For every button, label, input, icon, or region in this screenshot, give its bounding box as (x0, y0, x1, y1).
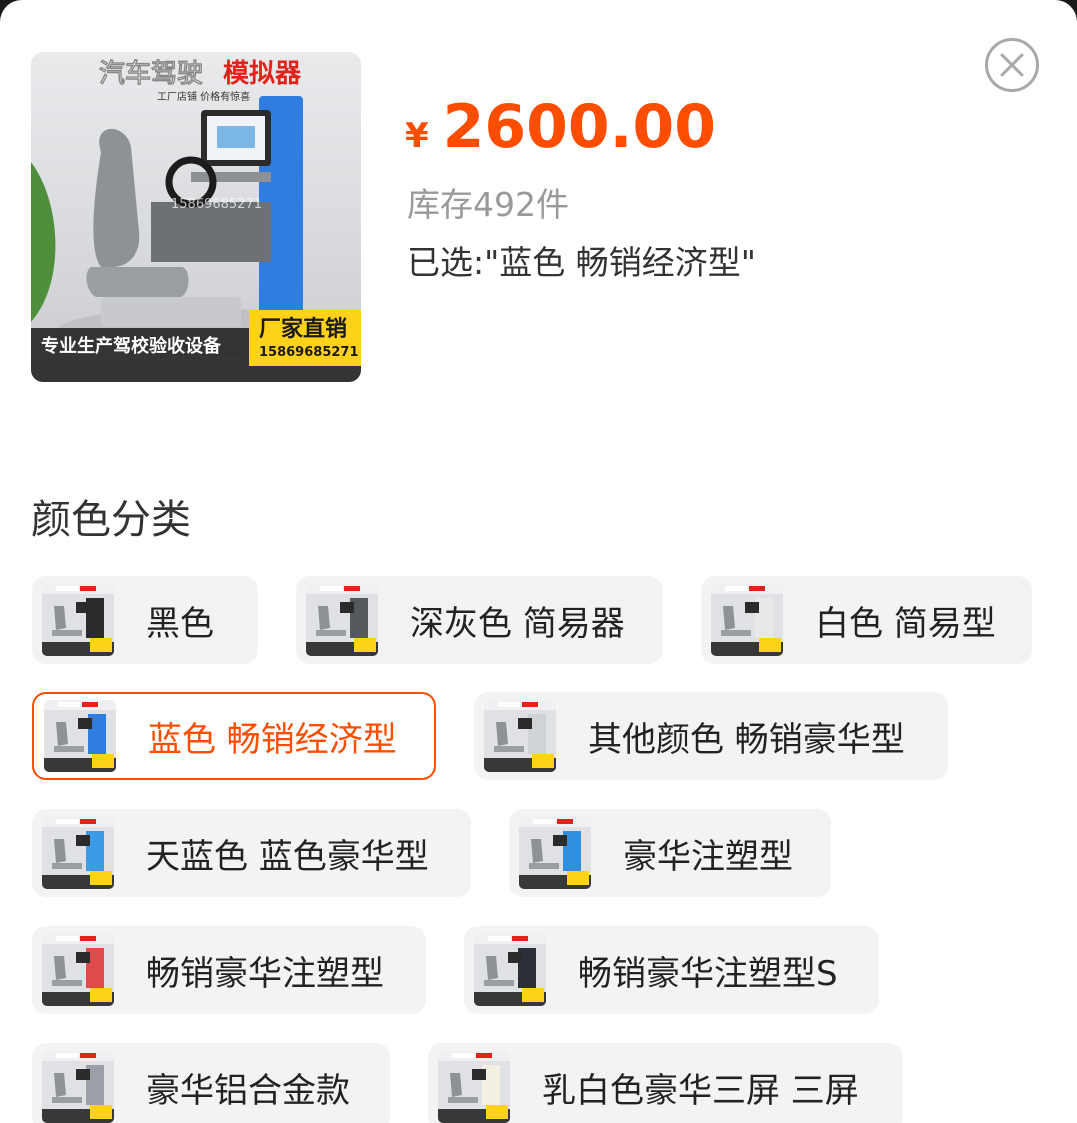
option-thumbnail (306, 584, 378, 656)
price: ¥ 2600.00 (405, 92, 716, 162)
option-chip[interactable]: 深灰色 简易器 (296, 576, 663, 664)
thumb-title-red: 模拟器 (223, 59, 302, 89)
stock-count: 库存492件 (407, 185, 569, 224)
thumb-title-white: 汽车驾驶 (99, 58, 203, 89)
option-chip[interactable]: 畅销豪华注塑型 (32, 926, 426, 1014)
option-label: 白色 简易型 (815, 603, 996, 644)
option-chip[interactable]: 畅销豪华注塑型S (464, 926, 879, 1014)
option-chip-selected[interactable]: 蓝色 畅销经济型 (32, 692, 436, 780)
option-label: 蓝色 畅销经济型 (148, 719, 397, 760)
option-label: 豪华注塑型 (623, 836, 793, 877)
price-currency: ¥ (405, 116, 429, 156)
option-thumbnail (438, 1051, 510, 1123)
option-chip[interactable]: 其他颜色 畅销豪华型 (474, 692, 948, 780)
thumb-footer-left: 专业生产驾校验收设备 (41, 335, 222, 357)
option-thumbnail (519, 817, 591, 889)
option-thumbnail (484, 700, 556, 772)
option-label: 豪华铝合金款 (146, 1070, 350, 1111)
option-label: 畅销豪华注塑型S (578, 953, 838, 994)
option-label: 深灰色 简易器 (410, 603, 625, 644)
selected-summary: 已选:"蓝色 畅销经济型" (407, 243, 756, 282)
option-chip[interactable]: 豪华注塑型 (509, 809, 831, 897)
option-thumbnail (42, 584, 114, 656)
option-label: 其他颜色 畅销豪华型 (588, 719, 905, 760)
close-button[interactable] (985, 38, 1039, 92)
leaf-decoration (31, 162, 56, 322)
thumb-badge-phone: 15869685271 (259, 345, 359, 360)
option-thumbnail (42, 1051, 114, 1123)
option-chip[interactable]: 白色 简易型 (701, 576, 1032, 664)
option-label: 乳白色豪华三屏 三屏 (542, 1070, 859, 1111)
product-image-graphic: 汽车驾驶 模拟器 工厂店铺 价格有惊喜 15869685271 专业生产驾校验收… (31, 58, 361, 382)
option-chip[interactable]: 豪华铝合金款 (32, 1043, 390, 1123)
option-label: 天蓝色 蓝色豪华型 (146, 836, 429, 877)
option-thumbnail (42, 817, 114, 889)
option-thumbnail (42, 934, 114, 1006)
thumb-badge-title: 厂家直销 (259, 316, 347, 342)
sku-selector-sheet: 汽车驾驶 模拟器 工厂店铺 价格有惊喜 15869685271 专业生产驾校验收… (0, 0, 1077, 1123)
option-chip[interactable]: 天蓝色 蓝色豪华型 (32, 809, 471, 897)
product-image: 汽车驾驶 模拟器 工厂店铺 价格有惊喜 15869685271 专业生产驾校验收… (31, 52, 361, 382)
option-thumbnail (44, 700, 116, 772)
option-label: 黑色 (146, 603, 214, 644)
close-icon (1000, 53, 1024, 77)
thumb-subtitle: 工厂店铺 价格有惊喜 (157, 90, 250, 103)
option-chip[interactable]: 黑色 (32, 576, 258, 664)
option-thumbnail (711, 584, 783, 656)
price-amount: 2600.00 (442, 92, 716, 162)
section-title: 颜色分类 (31, 497, 191, 543)
option-label: 畅销豪华注塑型 (146, 953, 384, 994)
thumb-watermark: 15869685271 (171, 197, 262, 212)
option-chip[interactable]: 乳白色豪华三屏 三屏 (428, 1043, 903, 1123)
option-thumbnail (474, 934, 546, 1006)
